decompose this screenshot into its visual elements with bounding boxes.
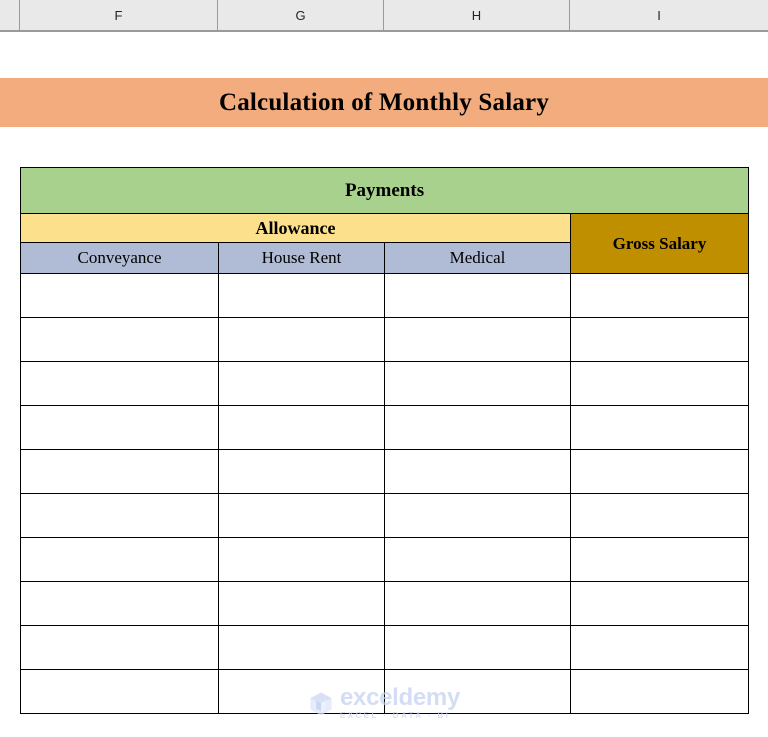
column-header-g[interactable]: G xyxy=(218,0,384,30)
cell-house-rent[interactable] xyxy=(218,405,385,450)
cell-gross-salary[interactable] xyxy=(569,493,750,538)
cell-gross-salary[interactable] xyxy=(569,273,750,318)
cell-medical[interactable] xyxy=(384,493,571,538)
cell-medical[interactable] xyxy=(384,405,571,450)
payments-group-header: Payments xyxy=(19,167,750,214)
column-header-i[interactable]: I xyxy=(570,0,748,30)
column-header-house-rent: House Rent xyxy=(218,242,385,274)
table-row xyxy=(20,449,750,494)
cell-medical[interactable] xyxy=(384,537,571,582)
cell-gross-salary[interactable] xyxy=(569,449,750,494)
table-row xyxy=(20,581,750,626)
cell-conveyance[interactable] xyxy=(20,493,219,538)
column-header-conveyance: Conveyance xyxy=(20,242,219,274)
allowance-subgroup-header: Allowance xyxy=(20,213,571,243)
monthly-salary-table: Payments Allowance Gross Salary Conveyan… xyxy=(19,167,750,714)
cell-gross-salary[interactable] xyxy=(569,405,750,450)
cell-medical[interactable] xyxy=(384,361,571,406)
column-header-medical: Medical xyxy=(384,242,571,274)
table-row xyxy=(20,273,750,318)
cell-gross-salary[interactable] xyxy=(569,361,750,406)
cell-gross-salary[interactable] xyxy=(569,581,750,626)
spreadsheet-corner-cell[interactable] xyxy=(0,0,20,30)
cell-house-rent[interactable] xyxy=(218,537,385,582)
cell-house-rent[interactable] xyxy=(218,669,385,714)
cell-medical[interactable] xyxy=(384,581,571,626)
cell-house-rent[interactable] xyxy=(218,273,385,318)
spreadsheet-column-header-bar: F G H I xyxy=(0,0,768,32)
report-title-banner: Calculation of Monthly Salary xyxy=(0,78,768,127)
table-subgroup-header-row: Allowance Gross Salary xyxy=(20,213,750,274)
table-row xyxy=(20,493,750,538)
cell-medical[interactable] xyxy=(384,625,571,670)
cell-conveyance[interactable] xyxy=(20,449,219,494)
gross-salary-header: Gross Salary xyxy=(569,213,750,274)
cell-house-rent[interactable] xyxy=(218,581,385,626)
cell-conveyance[interactable] xyxy=(20,273,219,318)
cell-conveyance[interactable] xyxy=(20,537,219,582)
cell-house-rent[interactable] xyxy=(218,449,385,494)
cell-house-rent[interactable] xyxy=(218,625,385,670)
column-header-h[interactable]: H xyxy=(384,0,570,30)
cell-conveyance[interactable] xyxy=(20,361,219,406)
table-row xyxy=(20,317,750,362)
cell-medical[interactable] xyxy=(384,669,571,714)
cell-gross-salary[interactable] xyxy=(569,317,750,362)
cell-conveyance[interactable] xyxy=(20,581,219,626)
cell-medical[interactable] xyxy=(384,273,571,318)
table-row xyxy=(20,361,750,406)
cell-gross-salary[interactable] xyxy=(569,625,750,670)
cell-conveyance[interactable] xyxy=(20,669,219,714)
table-row xyxy=(20,669,750,714)
cell-gross-salary[interactable] xyxy=(569,537,750,582)
cell-gross-salary[interactable] xyxy=(569,669,750,714)
cell-conveyance[interactable] xyxy=(20,625,219,670)
page-title: Calculation of Monthly Salary xyxy=(218,88,550,116)
table-row xyxy=(20,537,750,582)
cell-medical[interactable] xyxy=(384,317,571,362)
cell-house-rent[interactable] xyxy=(218,493,385,538)
cell-house-rent[interactable] xyxy=(218,317,385,362)
table-row xyxy=(20,405,750,450)
cell-medical[interactable] xyxy=(384,449,571,494)
table-row xyxy=(20,625,750,670)
cell-house-rent[interactable] xyxy=(218,361,385,406)
column-header-f[interactable]: F xyxy=(20,0,218,30)
table-group-header-row: Payments xyxy=(19,167,750,214)
cell-conveyance[interactable] xyxy=(20,317,219,362)
cell-conveyance[interactable] xyxy=(20,405,219,450)
